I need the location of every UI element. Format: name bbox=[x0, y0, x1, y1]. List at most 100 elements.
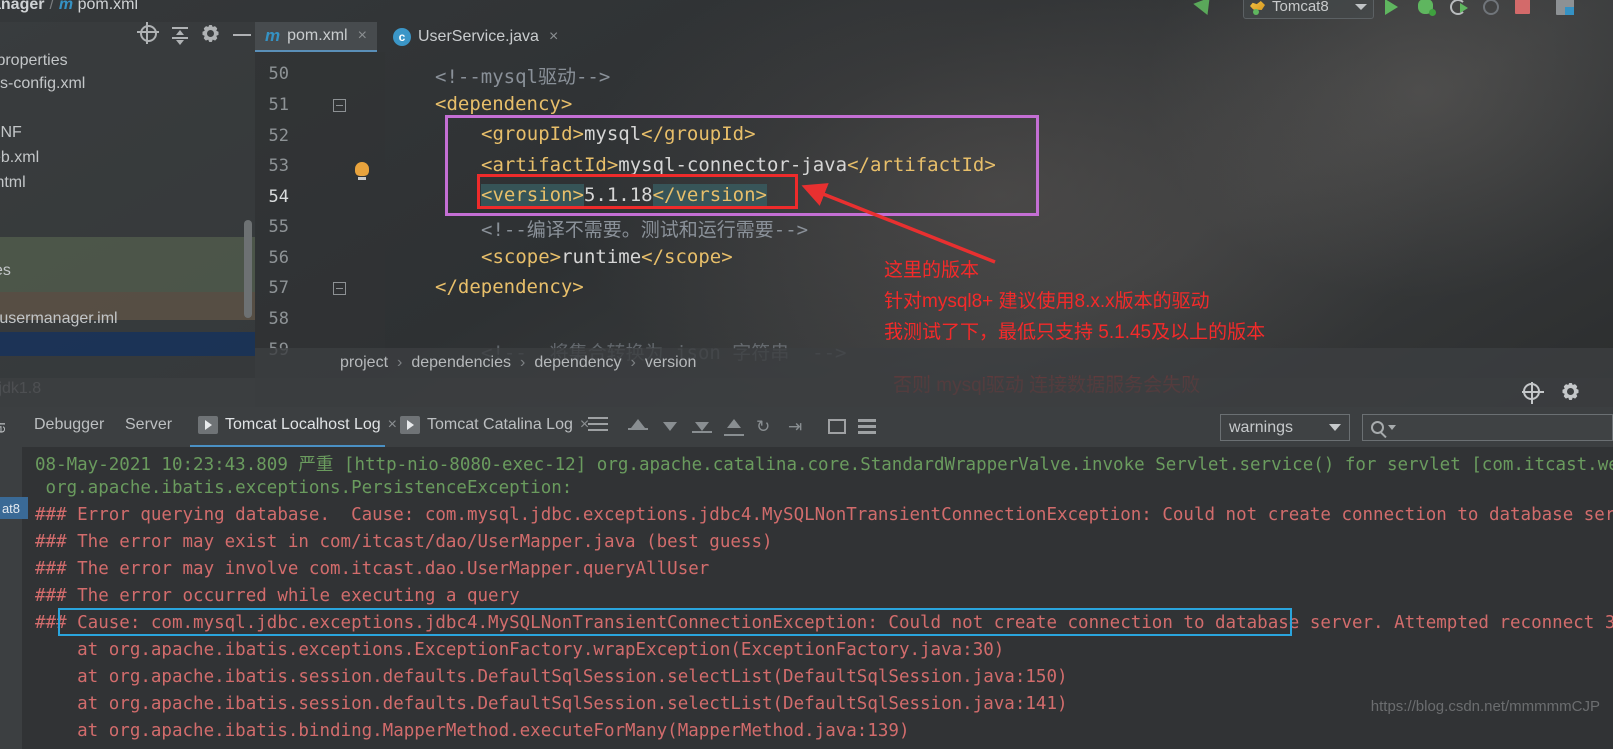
run-icon[interactable] bbox=[1385, 0, 1407, 21]
collapse-all-icon[interactable] bbox=[171, 25, 191, 45]
tab-label: Tomcat Localhost Log bbox=[225, 416, 381, 433]
console-search-input[interactable] bbox=[1362, 414, 1613, 441]
tomcat-run-badge[interactable]: at8 bbox=[0, 497, 28, 519]
top-toolbar: anager / m pom.xml Tomcat8 bbox=[0, 0, 1613, 22]
tree-selection-blue bbox=[0, 332, 255, 356]
console-line-stack[interactable]: at org.apache.ibatis.session.defaults.De… bbox=[35, 694, 1067, 714]
close-icon[interactable]: × bbox=[358, 27, 367, 45]
maven-module-icon: m bbox=[265, 26, 281, 45]
code-line-50: <!--mysql驱动--> bbox=[435, 66, 611, 88]
locate-icon[interactable] bbox=[140, 25, 160, 45]
breadcrumb-item-version[interactable]: version bbox=[645, 354, 697, 372]
tab-label: pom.xml bbox=[287, 27, 348, 44]
code-line-57: </dependency> bbox=[435, 276, 584, 298]
close-icon[interactable]: × bbox=[388, 416, 397, 434]
title-separator: / bbox=[49, 0, 54, 13]
breadcrumb[interactable]: project › dependencies › dependency › ve… bbox=[255, 348, 1613, 378]
sidebar-scrollbar[interactable] bbox=[244, 220, 252, 318]
line-number: 52 bbox=[268, 126, 289, 146]
grid-view-icon[interactable] bbox=[858, 417, 878, 437]
tab-server[interactable]: Server bbox=[125, 416, 172, 434]
scroll-up-icon[interactable] bbox=[628, 417, 648, 437]
tree-selection-green bbox=[0, 237, 255, 292]
editor-gutter[interactable]: 50 51 52 53 54 55 56 57 58 59 bbox=[255, 52, 385, 370]
locate-icon[interactable] bbox=[1522, 382, 1544, 404]
annotation-text-block: 这里的版本 针对mysql8+ 建议使用8.x.x版本的驱动 我测试了下，最低只… bbox=[884, 255, 1265, 348]
intention-bulb-icon[interactable] bbox=[355, 162, 369, 180]
list-item[interactable]: .properties bbox=[0, 52, 68, 70]
chevron-down-icon bbox=[1329, 424, 1341, 431]
window-title-file: pom.xml bbox=[77, 0, 139, 13]
clear-all-icon[interactable]: ↻ bbox=[756, 417, 776, 437]
breadcrumb-item-dependency[interactable]: dependency bbox=[534, 354, 621, 372]
export-icon[interactable] bbox=[692, 417, 712, 437]
run-icon bbox=[198, 416, 218, 434]
tab-label: UserService.java bbox=[418, 28, 539, 45]
table-view-icon[interactable] bbox=[828, 417, 848, 437]
line-number: 57 bbox=[268, 278, 289, 298]
list-item[interactable]: es bbox=[0, 262, 11, 280]
window-title-project: anager bbox=[0, 0, 45, 13]
console-line-stack[interactable]: at org.apache.ibatis.exceptions.Exceptio… bbox=[35, 640, 1004, 660]
tab-tomcat-catalina-log[interactable]: Tomcat Catalina Log × bbox=[400, 416, 589, 434]
console-line: ### Error querying database. Cause: com.… bbox=[35, 505, 1613, 525]
log-level-filter-value: warnings bbox=[1229, 418, 1294, 436]
list-item[interactable]: -usermanager.iml bbox=[0, 310, 118, 328]
line-number: 58 bbox=[268, 309, 289, 329]
blue-highlight-box bbox=[58, 608, 1292, 636]
line-number: 51 bbox=[268, 95, 289, 115]
line-number: 56 bbox=[268, 248, 289, 268]
settings-gear-icon[interactable] bbox=[202, 25, 222, 45]
stop-icon[interactable] bbox=[1515, 0, 1537, 21]
code-line-55: <!--编译不需要。测试和运行需要--> bbox=[481, 219, 809, 241]
settings-gear-icon[interactable] bbox=[1562, 383, 1581, 402]
console-line-stack[interactable]: at org.apache.ibatis.session.defaults.De… bbox=[35, 667, 1067, 687]
tab-label: Tomcat Catalina Log bbox=[427, 416, 573, 433]
chevron-down-icon bbox=[1355, 3, 1367, 10]
maven-module-icon: m bbox=[58, 0, 74, 13]
import-icon[interactable] bbox=[724, 417, 744, 437]
annotation-line-2: 针对mysql8+ 建议使用8.x.x版本的驱动 bbox=[884, 291, 1210, 312]
close-icon[interactable]: × bbox=[549, 28, 558, 46]
tab-pom-xml[interactable]: m pom.xml × bbox=[255, 22, 377, 52]
console-line: ### The error may involve com.itcast.dao… bbox=[35, 559, 710, 579]
left-rail-label[interactable]: er bbox=[0, 421, 8, 433]
breadcrumb-item-project[interactable]: project bbox=[340, 354, 388, 372]
scroll-down-icon[interactable] bbox=[660, 417, 680, 437]
debug-icon[interactable] bbox=[1418, 0, 1440, 21]
list-item[interactable]: eb.xml bbox=[0, 149, 39, 167]
list-item[interactable]: .html bbox=[0, 174, 26, 192]
print-icon[interactable]: ⇥ bbox=[788, 417, 808, 437]
tomcat-icon bbox=[1250, 0, 1267, 15]
fold-collapse-icon[interactable] bbox=[333, 99, 346, 112]
fold-expand-icon[interactable] bbox=[333, 282, 346, 295]
console-line: 08-May-2021 10:23:43.809 严重 [http-nio-80… bbox=[35, 455, 1613, 475]
tab-label: Server bbox=[125, 416, 173, 433]
chevron-right-icon: › bbox=[630, 354, 636, 371]
console-line: ### The error may exist in com/itcast/da… bbox=[35, 532, 773, 552]
chevron-right-icon: › bbox=[520, 354, 526, 371]
green-arrow-icon[interactable] bbox=[1193, 0, 1218, 18]
annotation-line-3: 我测试了下，最低只支持 5.1.45及以上的版本 bbox=[884, 322, 1266, 343]
line-number-current: 54 bbox=[268, 187, 289, 207]
log-level-filter-select[interactable]: warnings bbox=[1220, 414, 1350, 441]
chevron-right-icon: › bbox=[397, 354, 403, 371]
red-highlight-box bbox=[477, 174, 798, 209]
project-tool-window[interactable]: .properties tis-config.xml INF eb.xml .h… bbox=[0, 22, 255, 407]
project-toolbar bbox=[140, 25, 253, 45]
layout-icon[interactable] bbox=[1556, 0, 1578, 21]
hide-icon[interactable] bbox=[233, 25, 253, 45]
tab-userservice-java[interactable]: c UserService.java × bbox=[383, 22, 568, 52]
console-line: ### The error occurred while executing a… bbox=[35, 586, 520, 606]
list-item[interactable]: tis-config.xml bbox=[0, 75, 85, 93]
console-line-stack[interactable]: at org.apache.ibatis.binding.MapperMetho… bbox=[35, 721, 909, 741]
list-item[interactable]: INF bbox=[0, 124, 22, 142]
breadcrumb-item-dependencies[interactable]: dependencies bbox=[411, 354, 511, 372]
tab-tomcat-localhost-log[interactable]: Tomcat Localhost Log × bbox=[198, 416, 397, 434]
coverage-icon[interactable] bbox=[1483, 0, 1505, 21]
left-tool-rail: er at8 bbox=[0, 407, 28, 749]
rerun-icon[interactable] bbox=[1450, 0, 1472, 21]
run-configuration-selector[interactable]: Tomcat8 bbox=[1243, 0, 1374, 19]
soft-wrap-icon[interactable] bbox=[588, 417, 608, 437]
tab-debugger[interactable]: Debugger bbox=[34, 416, 104, 434]
